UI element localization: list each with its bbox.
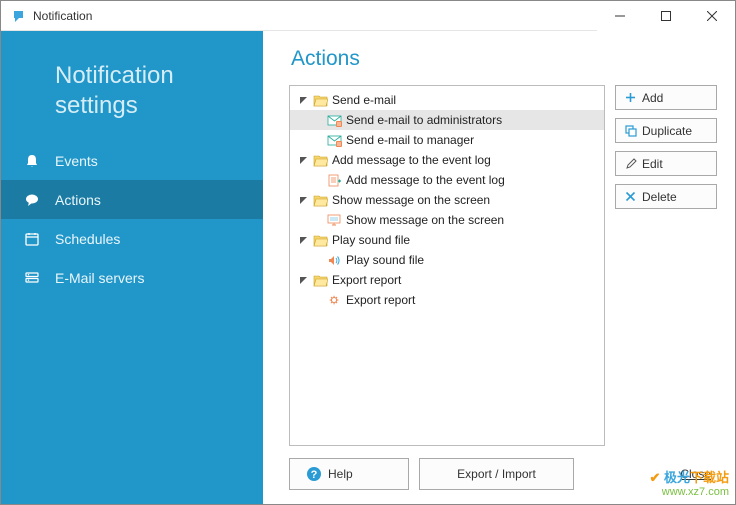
pencil-icon — [624, 157, 637, 170]
minimize-button[interactable] — [597, 1, 643, 31]
folder-icon — [312, 272, 328, 288]
page-title: Actions — [289, 47, 717, 71]
button-label: Add — [642, 91, 663, 105]
sidebar-item-label: Events — [55, 153, 98, 169]
sidebar-heading: Notificationsettings — [1, 31, 263, 141]
tree-label: Show message on the screen — [346, 213, 504, 227]
export-import-button[interactable]: Export / Import — [419, 458, 574, 490]
folder-icon — [312, 152, 328, 168]
tree-label: Play sound file — [346, 253, 424, 267]
tree-folder-export[interactable]: Export report — [290, 270, 604, 290]
tree-folder-sound[interactable]: Play sound file — [290, 230, 604, 250]
button-label: Duplicate — [642, 124, 692, 138]
tree-item-screen-message[interactable]: Show message on the screen — [290, 210, 604, 230]
titlebar: Notification — [1, 1, 735, 31]
close-link[interactable]: Close — [674, 467, 717, 481]
x-icon — [624, 190, 637, 203]
svg-text:?: ? — [311, 469, 318, 481]
tree-label: Send e-mail — [332, 93, 396, 107]
duplicate-icon — [624, 124, 637, 137]
delete-button[interactable]: Delete — [615, 184, 717, 209]
sidebar-item-actions[interactable]: Actions — [1, 180, 263, 219]
mail-icon — [326, 112, 342, 128]
server-icon — [23, 269, 41, 287]
side-buttons: Add Duplicate Edit Delete — [615, 85, 717, 446]
speaker-icon — [326, 252, 342, 268]
expander-icon[interactable] — [296, 193, 310, 207]
sidebar-item-events[interactable]: Events — [1, 141, 263, 180]
sidebar-item-schedules[interactable]: Schedules — [1, 219, 263, 258]
tree-label: Export report — [332, 273, 401, 287]
tree-folder-send-email[interactable]: Send e-mail — [290, 90, 604, 110]
plus-icon — [624, 91, 637, 104]
help-icon: ? — [306, 466, 322, 482]
duplicate-button[interactable]: Duplicate — [615, 118, 717, 143]
sidebar: Notificationsettings Events Actions Sche… — [1, 31, 263, 504]
content-panel: Actions Send e-mail Send e-mail to admin… — [263, 31, 735, 504]
sidebar-item-label: Actions — [55, 192, 101, 208]
log-icon — [326, 172, 342, 188]
close-window-button[interactable] — [689, 1, 735, 31]
folder-icon — [312, 192, 328, 208]
sidebar-item-label: E-Mail servers — [55, 270, 144, 286]
maximize-button[interactable] — [643, 1, 689, 31]
tree-item-sound[interactable]: Play sound file — [290, 250, 604, 270]
tree-label: Add message to the event log — [332, 153, 491, 167]
speech-icon — [23, 191, 41, 209]
tree-item-event-log[interactable]: Add message to the event log — [290, 170, 604, 190]
tree-item-email-admins[interactable]: Send e-mail to administrators — [290, 110, 604, 130]
folder-icon — [312, 232, 328, 248]
actions-tree[interactable]: Send e-mail Send e-mail to administrator… — [289, 85, 605, 446]
button-label: Export / Import — [457, 467, 536, 481]
folder-icon — [312, 92, 328, 108]
tree-item-email-manager[interactable]: Send e-mail to manager — [290, 130, 604, 150]
sidebar-item-label: Schedules — [55, 231, 120, 247]
app-icon — [11, 8, 27, 24]
tree-label: Export report — [346, 293, 415, 307]
tree-label: Send e-mail to administrators — [346, 113, 502, 127]
expander-icon[interactable] — [296, 153, 310, 167]
expander-icon[interactable] — [296, 93, 310, 107]
bottom-bar: ? Help Export / Import Close — [289, 458, 717, 490]
calendar-icon — [23, 230, 41, 248]
tree-label: Play sound file — [332, 233, 410, 247]
sidebar-item-email-servers[interactable]: E-Mail servers — [1, 258, 263, 297]
expander-icon[interactable] — [296, 233, 310, 247]
bell-icon — [23, 152, 41, 170]
tree-label: Send e-mail to manager — [346, 133, 474, 147]
button-label: Help — [328, 467, 353, 481]
monitor-icon — [326, 212, 342, 228]
window-title: Notification — [33, 9, 92, 23]
gear-icon — [326, 292, 342, 308]
tree-folder-screen-message[interactable]: Show message on the screen — [290, 190, 604, 210]
tree-folder-event-log[interactable]: Add message to the event log — [290, 150, 604, 170]
button-label: Delete — [642, 190, 677, 204]
mail-icon — [326, 132, 342, 148]
tree-label: Add message to the event log — [346, 173, 505, 187]
button-label: Edit — [642, 157, 663, 171]
tree-item-export[interactable]: Export report — [290, 290, 604, 310]
expander-icon[interactable] — [296, 273, 310, 287]
add-button[interactable]: Add — [615, 85, 717, 110]
edit-button[interactable]: Edit — [615, 151, 717, 176]
help-button[interactable]: ? Help — [289, 458, 409, 490]
tree-label: Show message on the screen — [332, 193, 490, 207]
